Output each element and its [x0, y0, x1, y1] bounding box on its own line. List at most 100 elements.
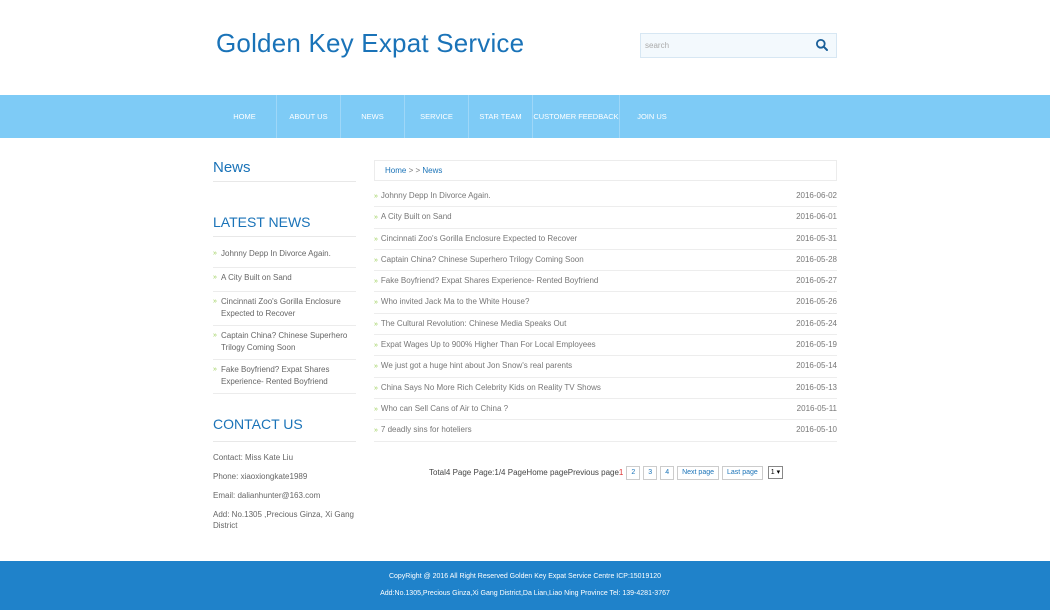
news-date: 2016-05-27: [796, 276, 837, 286]
news-title-wrap[interactable]: » Johnny Depp In Divorce Again.: [374, 186, 491, 206]
news-title-wrap[interactable]: » China Says No More Rich Celebrity Kids …: [374, 378, 601, 398]
news-title[interactable]: 7 deadly sins for hoteliers: [381, 425, 472, 434]
news-title[interactable]: China Says No More Rich Celebrity Kids o…: [381, 383, 601, 392]
news-title[interactable]: A City Built on Sand: [381, 212, 452, 221]
bullet-icon: »: [374, 193, 378, 200]
site-title[interactable]: Golden Key Expat Service: [216, 28, 524, 59]
latest-news-item[interactable]: » Johnny Depp In Divorce Again.: [213, 244, 356, 268]
contact-person: Contact: Miss Kate Liu: [213, 453, 294, 462]
chevron-down-icon: ▾: [776, 469, 781, 476]
main-nav: HOME ABOUT US NEWS SERVICE STAR TEAM CUS…: [0, 95, 1050, 138]
news-title[interactable]: Johnny Depp In Divorce Again.: [381, 191, 491, 200]
news-title[interactable]: Expat Wages Up to 900% Higher Than For L…: [381, 340, 596, 349]
news-title[interactable]: Who invited Jack Ma to the White House?: [381, 297, 530, 306]
nav-item-service[interactable]: SERVICE: [405, 95, 469, 138]
breadcrumb-separator: > >: [408, 166, 421, 175]
news-date: 2016-05-19: [796, 340, 837, 350]
nav-list: HOME ABOUT US NEWS SERVICE STAR TEAM CUS…: [213, 95, 684, 138]
bullet-icon: »: [213, 298, 217, 305]
news-title-wrap[interactable]: » Who can Sell Cans of Air to China ?: [374, 399, 508, 419]
latest-news-link[interactable]: Fake Boyfriend? Expat Shares Experience-…: [221, 365, 330, 386]
page-4-button[interactable]: 4: [660, 465, 675, 480]
bullet-icon: »: [374, 427, 378, 435]
news-title[interactable]: Fake Boyfriend? Expat Shares Experience-…: [381, 276, 598, 285]
bullet-icon: »: [213, 274, 217, 281]
nav-item-star-team[interactable]: STAR TEAM: [469, 95, 533, 138]
page-2-button[interactable]: 2: [626, 465, 641, 480]
nav-item-home[interactable]: HOME: [213, 95, 277, 138]
pagination-summary: Total4 Page Page:1/4 PageHome pagePrevio…: [429, 468, 619, 477]
nav-item-about-us[interactable]: ABOUT US: [277, 95, 341, 138]
news-row[interactable]: » 7 deadly sins for hoteliers 2016-05-10: [374, 420, 837, 442]
news-title[interactable]: Who can Sell Cans of Air to China ?: [381, 404, 508, 413]
nav-item-customer-feedback[interactable]: CUSTOMER FEEDBACK: [533, 95, 620, 138]
news-row[interactable]: » The Cultural Revolution: Chinese Media …: [374, 314, 837, 336]
news-title[interactable]: Captain China? Chinese Superhero Trilogy…: [381, 255, 584, 264]
news-row[interactable]: » Who invited Jack Ma to the White House?…: [374, 292, 837, 314]
next-page-button[interactable]: Next page: [677, 465, 720, 480]
latest-news-link[interactable]: Cincinnati Zoo's Gorilla Enclosure Expec…: [221, 297, 341, 318]
news-row[interactable]: » A City Built on Sand 2016-06-01: [374, 207, 837, 229]
bullet-icon: »: [374, 363, 378, 371]
news-row[interactable]: » Johnny Depp In Divorce Again. 2016-06-02: [374, 186, 837, 208]
breadcrumb: Home > > News: [374, 160, 837, 181]
news-date: 2016-05-13: [796, 382, 837, 392]
contact-address: Add: No.1305 ,Precious Ginza, Xi Gang Di…: [213, 510, 354, 530]
news-row[interactable]: » Captain China? Chinese Superhero Trilog…: [374, 250, 837, 272]
news-row[interactable]: » China Says No More Rich Celebrity Kids …: [374, 378, 837, 399]
news-row[interactable]: » Fake Boyfriend? Expat Shares Experience…: [374, 271, 837, 293]
footer-copyright: CopyRight @ 2016 All Right Reserved Gold…: [388, 573, 662, 580]
page-3-button[interactable]: 3: [643, 465, 658, 480]
breadcrumb-home[interactable]: Home: [385, 166, 406, 175]
news-title-wrap[interactable]: » 7 deadly sins for hoteliers: [374, 420, 472, 440]
bullet-icon: »: [213, 332, 217, 339]
bullet-icon: »: [374, 384, 378, 392]
news-title[interactable]: We just got a huge hint about Jon Snow's…: [381, 361, 572, 370]
latest-news-link[interactable]: Johnny Depp In Divorce Again.: [221, 249, 331, 258]
latest-news-title: LATEST NEWS: [213, 214, 311, 230]
latest-news-item[interactable]: » Fake Boyfriend? Expat Shares Experience…: [213, 360, 356, 394]
news-title[interactable]: Cincinnati Zoo's Gorilla Enclosure Expec…: [381, 234, 577, 243]
news-date: 2016-05-10: [796, 425, 837, 435]
contact-info: Contact: Miss Kate Liu Phone: xiaoxiongk…: [213, 452, 356, 539]
news-row[interactable]: » Expat Wages Up to 900% Higher Than For …: [374, 335, 837, 357]
bullet-icon: »: [374, 299, 378, 307]
news-title[interactable]: The Cultural Revolution: Chinese Media S…: [381, 319, 566, 328]
news-date: 2016-05-26: [796, 297, 837, 307]
search-input[interactable]: [645, 37, 805, 54]
sidebar-news-title: News: [213, 159, 251, 176]
nav-item-join-us[interactable]: JOIN US: [620, 95, 684, 138]
page-select[interactable]: 1 ▾: [767, 466, 784, 479]
news-date: 2016-05-11: [796, 403, 837, 413]
latest-news-item[interactable]: » Captain China? Chinese Superhero Trilog…: [213, 326, 356, 360]
search-icon: [816, 39, 828, 51]
news-row[interactable]: » We just got a huge hint about Jon Snow'…: [374, 356, 837, 378]
sidebar-divider: [213, 441, 356, 442]
news-row[interactable]: » Who can Sell Cans of Air to China ? 2016…: [374, 399, 837, 421]
news-title-wrap[interactable]: » Captain China? Chinese Superhero Trilog…: [374, 250, 584, 270]
bullet-icon: »: [374, 342, 378, 350]
news-title-wrap[interactable]: » Who invited Jack Ma to the White House?: [374, 292, 529, 312]
news-title-wrap[interactable]: » A City Built on Sand: [374, 207, 452, 227]
news-title-wrap[interactable]: » We just got a huge hint about Jon Snow'…: [374, 356, 572, 376]
breadcrumb-current[interactable]: News: [422, 166, 442, 175]
bullet-icon: »: [374, 405, 378, 413]
news-date: 2016-05-24: [796, 318, 837, 328]
latest-news-list: » Johnny Depp In Divorce Again. » A City B…: [213, 244, 356, 394]
latest-news-item[interactable]: » A City Built on Sand: [213, 268, 356, 292]
search-button[interactable]: [814, 38, 830, 54]
news-title-wrap[interactable]: » Fake Boyfriend? Expat Shares Experience…: [374, 271, 598, 291]
last-page-button[interactable]: Last page: [722, 465, 763, 480]
news-title-wrap[interactable]: » The Cultural Revolution: Chinese Media …: [374, 314, 566, 334]
latest-news-link[interactable]: A City Built on Sand: [221, 273, 292, 282]
nav-item-news[interactable]: NEWS: [341, 95, 405, 138]
page-select-value: 1: [770, 469, 775, 476]
news-row[interactable]: » Cincinnati Zoo's Gorilla Enclosure Expe…: [374, 229, 837, 250]
bullet-icon: »: [374, 278, 378, 286]
latest-news-link[interactable]: Captain China? Chinese Superhero Trilogy…: [221, 331, 347, 352]
bullet-icon: »: [213, 366, 217, 373]
sidebar-divider: [213, 236, 356, 237]
news-title-wrap[interactable]: » Cincinnati Zoo's Gorilla Enclosure Expe…: [374, 229, 577, 249]
latest-news-item[interactable]: » Cincinnati Zoo's Gorilla Enclosure Expe…: [213, 292, 356, 326]
news-title-wrap[interactable]: » Expat Wages Up to 900% Higher Than For …: [374, 335, 596, 355]
